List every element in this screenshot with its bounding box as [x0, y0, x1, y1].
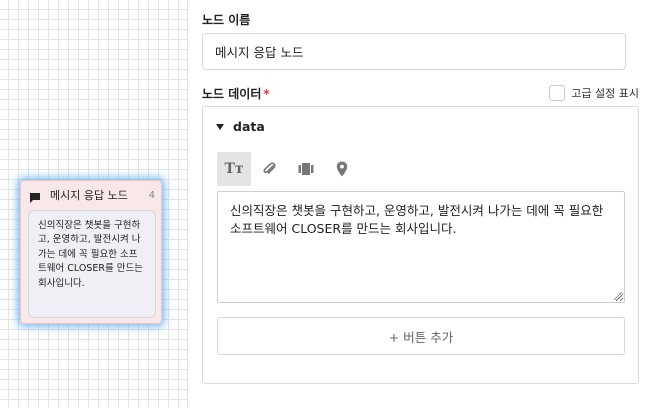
- message-type-toolbar: Tт: [217, 152, 361, 186]
- text-format-glyph: Tт: [224, 161, 244, 177]
- node-count: 4: [148, 189, 155, 201]
- message-text: 신의직장은 챗봇을 구현하고, 운영하고, 발전시켜 나가는 데에 꼭 필요한 …: [230, 203, 604, 236]
- text-format-icon[interactable]: Tт: [217, 152, 251, 186]
- node-header: 메시지 응답 노드 4: [29, 187, 155, 203]
- advanced-settings-toggle[interactable]: 고급 설정 표시: [549, 85, 639, 101]
- advanced-settings-label: 고급 설정 표시: [571, 87, 639, 100]
- add-button-button[interactable]: + 버튼 추가: [217, 317, 625, 355]
- required-mark: *: [263, 87, 270, 101]
- resize-grip-icon[interactable]: [614, 292, 622, 300]
- data-section-toggle[interactable]: data: [216, 119, 265, 134]
- advanced-settings-checkbox[interactable]: [549, 85, 566, 101]
- carousel-icon[interactable]: [289, 152, 323, 186]
- message-response-node[interactable]: 메시지 응답 노드 4 신의직장은 챗봇을 구현하고, 운영하고, 발전시켜 나…: [20, 180, 162, 324]
- node-data-label-wrap: 노드 데이터 *: [202, 85, 270, 102]
- node-name-label: 노드 이름: [202, 13, 251, 27]
- message-text-area[interactable]: 신의직장은 챗봇을 구현하고, 운영하고, 발전시켜 나가는 데에 꼭 필요한 …: [217, 191, 625, 303]
- chat-bubble-icon: [29, 189, 41, 203]
- node-message-preview: 신의직장은 챗봇을 구현하고, 운영하고, 발전시켜 나가는 데에 꼭 필요한 …: [28, 210, 156, 318]
- data-section-label: data: [233, 119, 265, 134]
- flow-canvas[interactable]: 메시지 응답 노드 4 신의직장은 챗봇을 구현하고, 운영하고, 발전시켜 나…: [0, 0, 187, 408]
- location-pin-icon[interactable]: [325, 152, 359, 186]
- node-name-input[interactable]: [202, 33, 626, 70]
- caret-down-icon: [216, 123, 224, 130]
- attachment-icon[interactable]: [253, 152, 287, 186]
- node-properties-panel: 노드 이름 노드 데이터* 고급 설정 표시 data Tт: [188, 0, 651, 408]
- node-title: 메시지 응답 노드: [50, 189, 128, 202]
- node-data-section: data Tт 신의직장은 챗봇을 구현하고, 운영하고, 발전시켜 나가는 데…: [202, 106, 639, 384]
- node-data-label: 노드 데이터: [202, 87, 262, 101]
